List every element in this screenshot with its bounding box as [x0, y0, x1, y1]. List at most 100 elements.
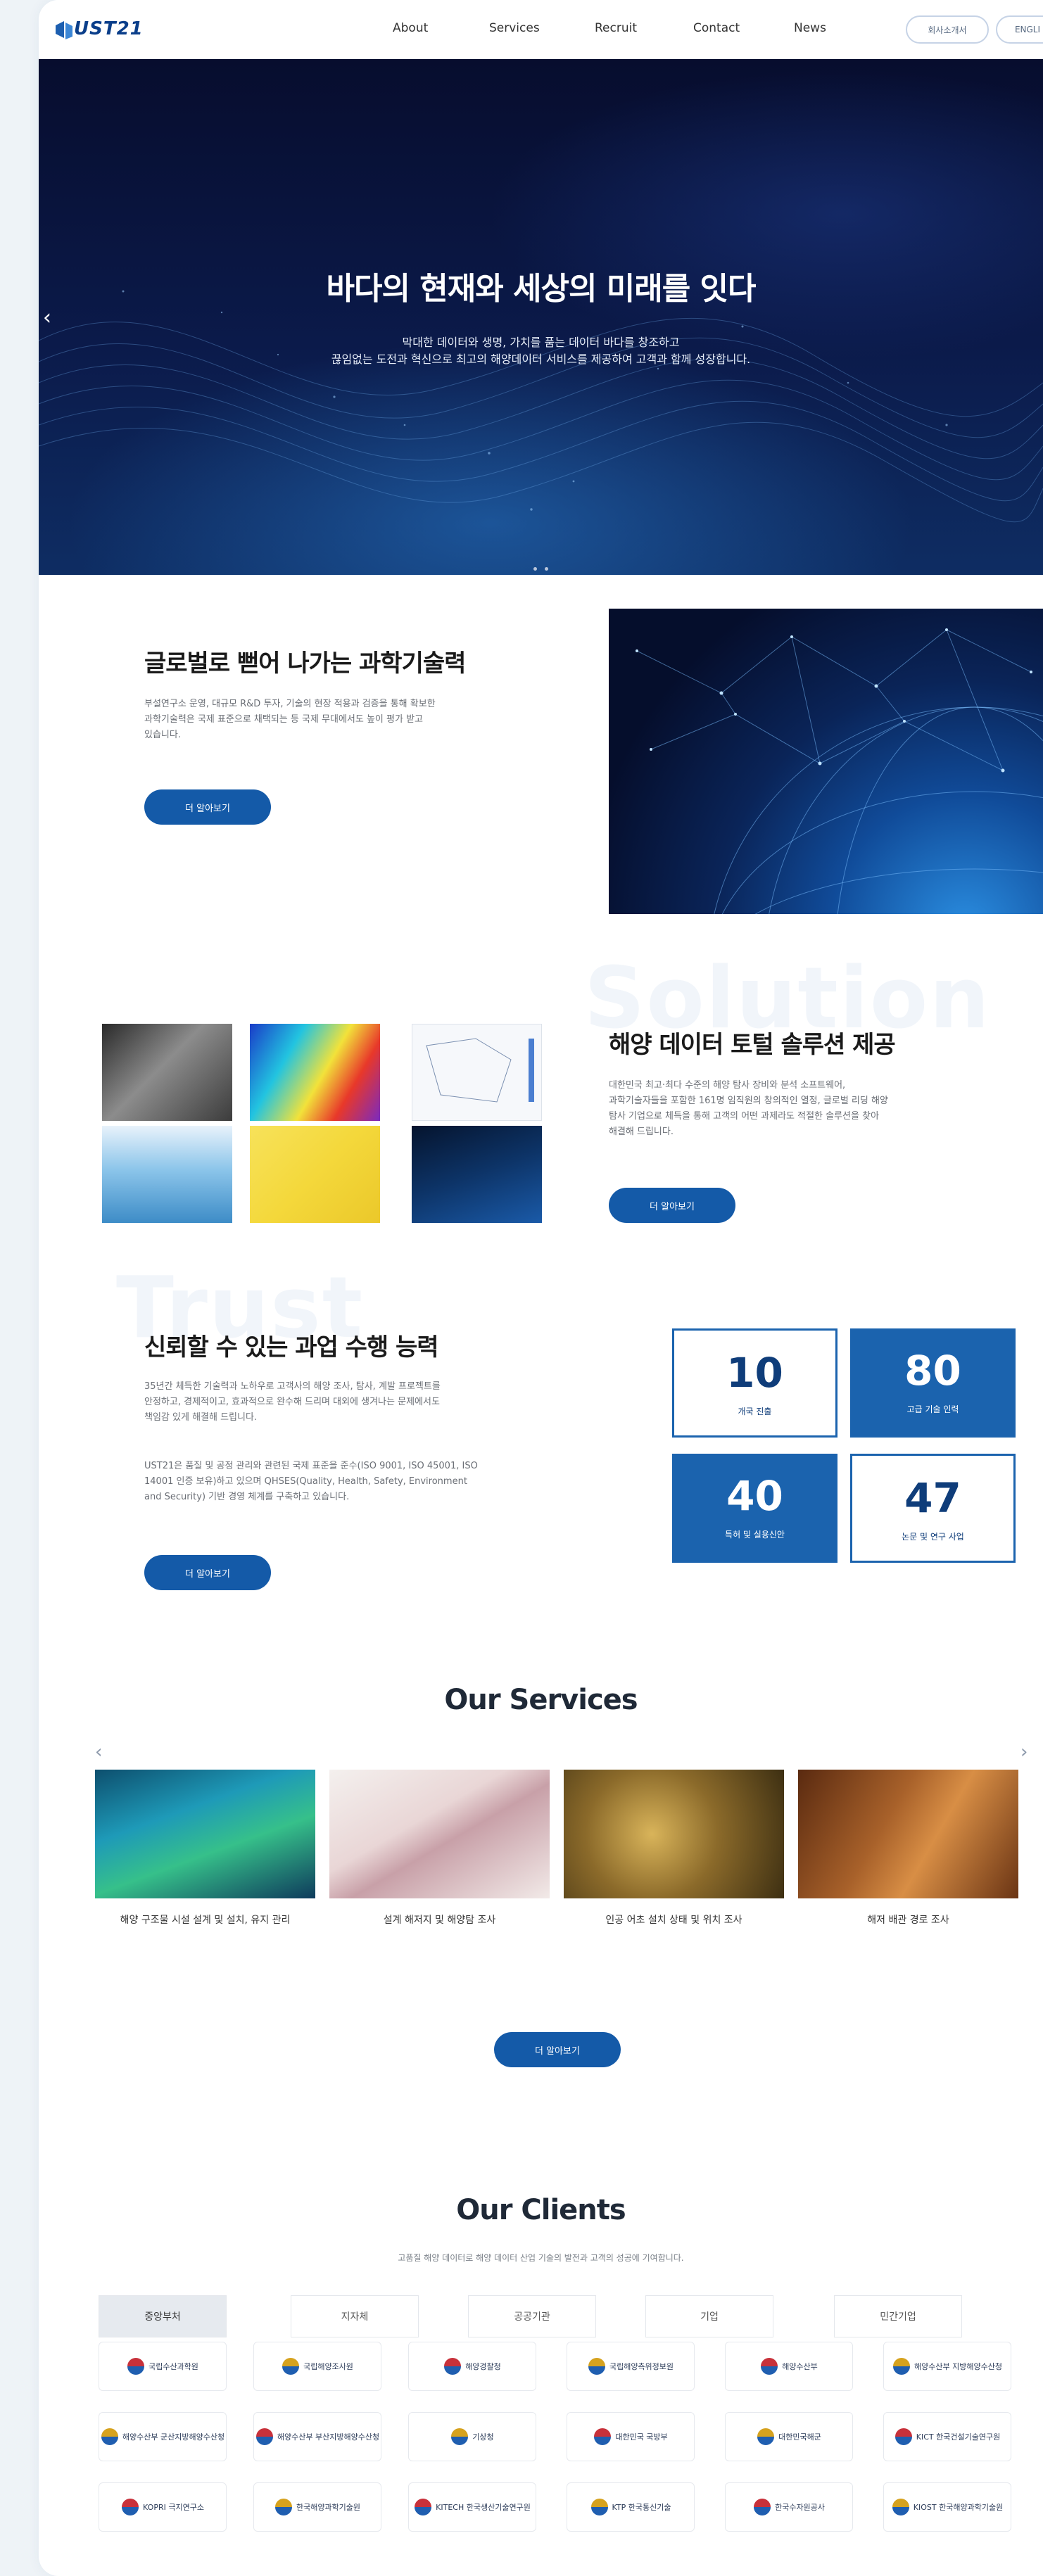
client-name: 한국수자원공사 [775, 2503, 825, 2512]
main-nav: About Services Recruit Contact News [39, 21, 1043, 41]
client-name: 국립해양측위정보원 [609, 2362, 674, 2371]
services-more-button[interactable]: 더 알아보기 [494, 2032, 621, 2067]
hero-banner: ‹ 바다의 현재와 세상의 미래를 잇다 막대한 데이터와 생명, 가치를 품는… [39, 59, 1043, 575]
client-emblem-icon [588, 2358, 605, 2375]
services-next-arrow-icon[interactable]: › [1020, 1741, 1028, 1763]
client-logo[interactable]: KTP 한국통신기술 [567, 2482, 695, 2532]
client-logo[interactable]: 국립수산과학원 [99, 2342, 227, 2391]
client-logo-content: 해양수산부 부산지방해양수산청 [255, 2428, 379, 2446]
client-logo-content: KTP 한국통신기술 [590, 2498, 671, 2516]
solution-desc-line: 해결해 드립니다. [609, 1127, 674, 1137]
solution-image-underwater-scan [412, 1126, 542, 1223]
client-tab-companies[interactable]: 기업 [645, 2295, 773, 2337]
trust-title: 신뢰할 수 있는 과업 수행 능력 [144, 1333, 439, 1362]
client-name: KICT 한국건설기술연구원 [916, 2432, 1001, 2442]
global-title: 글로벌로 뻗어 나가는 과학기술력 [144, 649, 466, 678]
solution-desc-line: 대한민국 최고·최다 수준의 해양 탐사 장비와 분석 소프트웨어, [609, 1080, 846, 1091]
client-logo[interactable]: 대한민국해군 [725, 2412, 853, 2461]
stat-label: 개국 진출 [738, 1407, 772, 1416]
client-emblem-icon [893, 2358, 911, 2375]
client-emblem-icon [590, 2499, 608, 2515]
trust-desc-line: 안정하고, 경제적이고, 효과적으로 완수해 드리며 대외에 생겨나는 문제에서… [144, 1397, 440, 1407]
client-logo[interactable]: 국립해양조사원 [253, 2342, 381, 2391]
client-emblem-icon [892, 2499, 909, 2515]
hero-subtitle-line2: 끊임없는 도전과 혁신으로 최고의 해양데이터 서비스를 제공하여 고객과 함께… [331, 353, 751, 366]
nav-services[interactable]: Services [489, 21, 540, 35]
language-button[interactable]: ENGLI [996, 15, 1043, 44]
trust-more-button[interactable]: 더 알아보기 [144, 1555, 271, 1590]
hero-dot-1[interactable] [533, 567, 537, 571]
client-tab-public[interactable]: 공공기관 [468, 2295, 596, 2337]
solution-more-button[interactable]: 더 알아보기 [609, 1188, 735, 1223]
client-logo[interactable]: 해양수산부 부산지방해양수산청 [253, 2412, 381, 2461]
stat-papers: 47 논문 및 연구 사업 [850, 1454, 1016, 1563]
client-logo-content: 기상청 [450, 2428, 494, 2446]
trust-desc-line: 책임감 있게 해결해 드립니다. [144, 1412, 258, 1423]
client-emblem-icon [451, 2428, 469, 2445]
client-logo[interactable]: KICT 한국건설기술연구원 [883, 2412, 1011, 2461]
service-card[interactable]: 인공 어초 설치 상태 및 위치 조사 [564, 1770, 784, 1928]
global-desc-line: 과학기술력은 국제 표준으로 채택되는 등 국제 무대에서도 높이 평가 받고 [144, 714, 423, 725]
client-name: 국립해양조사원 [303, 2362, 353, 2371]
client-logo[interactable]: KIOST 한국해양과학기술원 [883, 2482, 1011, 2532]
client-logo[interactable]: 해양경찰청 [408, 2342, 536, 2391]
client-tab-local-gov[interactable]: 지자체 [291, 2295, 419, 2337]
services-prev-arrow-icon[interactable]: ‹ [95, 1741, 102, 1763]
service-caption: 설계 해저지 및 해양탐 조사 [383, 1915, 496, 1926]
hero-dot-2[interactable] [545, 567, 549, 571]
nav-contact[interactable]: Contact [693, 21, 740, 35]
service-caption: 해양 구조물 시설 설계 및 설치, 유지 관리 [120, 1915, 291, 1926]
trust-desc-line: 35년간 체득한 기술력과 노하우로 고객사의 해양 조사, 탐사, 계발 프로… [144, 1381, 441, 1392]
client-logo[interactable]: 대한민국 국방부 [567, 2412, 695, 2461]
global-more-button[interactable]: 더 알아보기 [144, 789, 271, 825]
nav-news[interactable]: News [794, 21, 826, 35]
clients-title: Our Clients [456, 2194, 626, 2226]
client-name: KTP 한국통신기술 [612, 2503, 671, 2512]
clients-subtitle: 고품질 해양 데이터로 해양 데이터 산업 기술의 발전과 고객의 성공에 기여… [398, 2253, 684, 2263]
company-intro-button[interactable]: 회사소개서 [906, 15, 989, 44]
solution-image-chart-map [250, 1126, 380, 1223]
service-card[interactable]: 해저 배관 경로 조사 [798, 1770, 1018, 1928]
site-header: UST21 About Services Recruit Contact New… [39, 0, 1043, 59]
client-logo[interactable]: 국립해양측위정보원 [567, 2342, 695, 2391]
solution-desc: 대한민국 최고·최다 수준의 해양 탐사 장비와 분석 소프트웨어, 과학기술자… [609, 1078, 888, 1140]
client-logo[interactable]: 해양수산부 [725, 2342, 853, 2391]
client-emblem-icon [127, 2358, 145, 2375]
stat-value: 80 [904, 1347, 961, 1395]
solution-image-map-plot [412, 1024, 542, 1121]
client-logo[interactable]: 기상청 [408, 2412, 536, 2461]
client-logo-content: KITECH 한국생산기술연구원 [414, 2498, 531, 2516]
client-logo[interactable]: 한국수자원공사 [725, 2482, 853, 2532]
client-name: 한국해양과학기술원 [296, 2503, 361, 2512]
stat-patents: 40 특허 및 실용신안 [672, 1454, 837, 1563]
client-logo[interactable]: KITECH 한국생산기술연구원 [408, 2482, 536, 2532]
client-logo-content: 해양수산부 [760, 2357, 818, 2375]
service-card[interactable]: 설계 해저지 및 해양탐 조사 [329, 1770, 550, 1928]
client-logo[interactable]: KOPRI 극지연구소 [99, 2482, 227, 2532]
nav-about[interactable]: About [393, 21, 428, 35]
client-logo[interactable]: 해양수산부 지방해양수산청 [883, 2342, 1011, 2391]
hero-subtitle-line1: 막대한 데이터와 생명, 가치를 품는 데이터 바다를 창조하고 [402, 336, 680, 349]
client-tab-private[interactable]: 민간기업 [834, 2295, 962, 2337]
client-name: 해양경찰청 [465, 2362, 501, 2371]
client-logo[interactable]: 한국해양과학기술원 [253, 2482, 381, 2532]
client-emblem-icon [415, 2499, 432, 2515]
client-logo[interactable]: 해양수산부 군산지방해양수산청 [99, 2412, 227, 2461]
client-emblem-icon [101, 2428, 118, 2445]
client-tab-ministries[interactable]: 중앙부처 [99, 2295, 227, 2337]
nav-recruit[interactable]: Recruit [595, 21, 637, 35]
trust-desc-2: UST21은 품질 및 공정 관리와 관련된 국제 표준을 준수(ISO 900… [144, 1459, 478, 1505]
client-emblem-icon [754, 2499, 771, 2515]
client-name: 해양수산부 [782, 2362, 818, 2371]
client-logo-content: 대한민국 국방부 [593, 2428, 668, 2446]
client-name: 해양수산부 군산지방해양수산청 [122, 2432, 225, 2442]
service-card[interactable]: 해양 구조물 시설 설계 및 설치, 유지 관리 [95, 1770, 315, 1928]
stat-label: 고급 기술 인력 [906, 1404, 959, 1414]
hero-prev-arrow-icon[interactable]: ‹ [43, 305, 51, 330]
trust-desc-line: and Security) 기반 경영 체계를 구축하고 있습니다. [144, 1492, 350, 1502]
stat-engineers: 80 고급 기술 인력 [850, 1328, 1016, 1438]
stat-label: 논문 및 연구 사업 [902, 1532, 964, 1542]
page: UST21 About Services Recruit Contact New… [39, 0, 1043, 2576]
service-image-structure [95, 1770, 315, 1898]
client-logo-content: KIOST 한국해양과학기술원 [892, 2498, 1003, 2516]
